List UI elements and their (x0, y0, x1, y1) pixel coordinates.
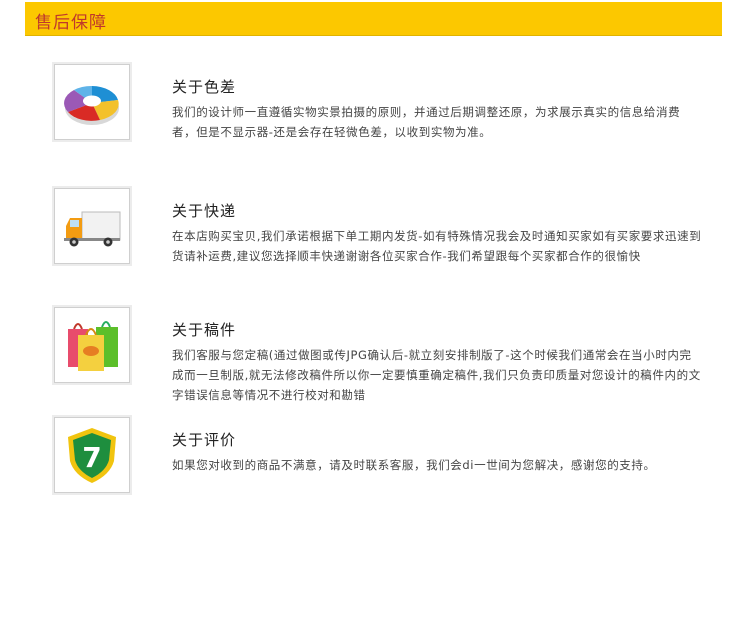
icon-frame (54, 307, 130, 383)
shield-seven-icon: 7 (68, 428, 116, 483)
section-header: 售后保障 (25, 2, 722, 36)
shopping-bags-icon (68, 321, 118, 371)
item-title: 关于快递 (172, 202, 237, 220)
section-title: 售后保障 (35, 13, 107, 33)
item-title: 关于评价 (172, 431, 237, 449)
item-title: 关于色差 (172, 78, 237, 96)
item-description: 如果您对收到的商品不满意，请及时联系客服，我们会di一世间为您解决，感谢您的支持… (172, 458, 656, 472)
pie-chart-icon (64, 85, 119, 125)
item-description: 我们的设计师一直遵循实物实景拍摄的原则，并通过后期调整还原，为求展示真实的信息给… (172, 105, 681, 139)
icon-frame (54, 64, 130, 140)
badge-number: 7 (82, 441, 101, 474)
item-description: 我们客服与您定稿(通过做图或传JPG确认后-就立刻安排制版了-这个时候我们通常会… (172, 348, 701, 402)
item-description: 在本店购买宝贝,我们承诺根据下单工期内发货-如有特殊情况我会及时通知买家如有买家… (172, 229, 702, 263)
item-title: 关于稿件 (172, 321, 237, 339)
icon-frame (54, 188, 130, 264)
truck-icon (64, 211, 121, 247)
icon-frame: 7 (54, 417, 130, 493)
